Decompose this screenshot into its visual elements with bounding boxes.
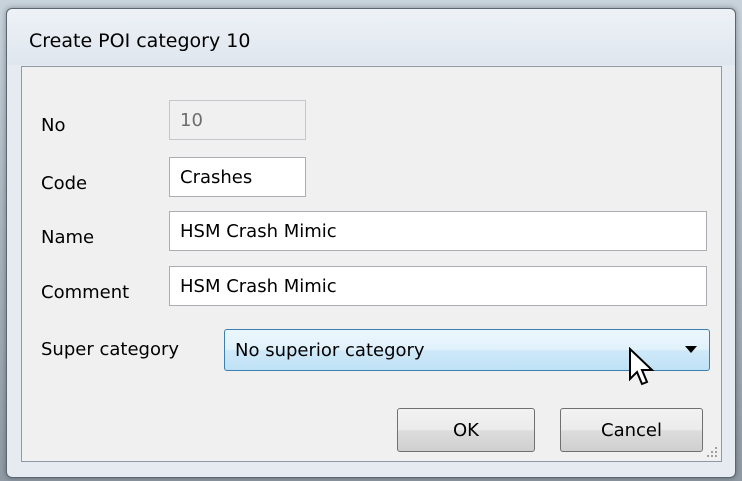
code-label: Code: [41, 173, 88, 194]
dialog-title: Create POI category 10: [29, 30, 251, 52]
ok-button[interactable]: OK: [397, 408, 535, 452]
dialog-window: Create POI category 10 No 10 Code Crashe…: [6, 8, 736, 478]
super-category-value: No superior category: [235, 339, 425, 361]
super-category-label: Super category: [41, 339, 180, 360]
chevron-down-icon[interactable]: [685, 346, 697, 353]
dialog-client-area: No 10 Code Crashes Name HSM Crash Mimic …: [21, 66, 722, 462]
mouse-pointer-icon: [629, 347, 655, 386]
no-field: 10: [169, 100, 306, 140]
no-label: No: [41, 115, 66, 136]
code-field[interactable]: Crashes: [169, 157, 306, 197]
cancel-button[interactable]: Cancel: [560, 408, 703, 452]
name-field[interactable]: HSM Crash Mimic: [169, 211, 707, 251]
name-label: Name: [41, 227, 95, 248]
comment-field[interactable]: HSM Crash Mimic: [169, 266, 707, 306]
title-bar[interactable]: Create POI category 10: [7, 9, 735, 65]
comment-label: Comment: [41, 282, 130, 303]
resize-grip-icon[interactable]: [706, 446, 718, 458]
